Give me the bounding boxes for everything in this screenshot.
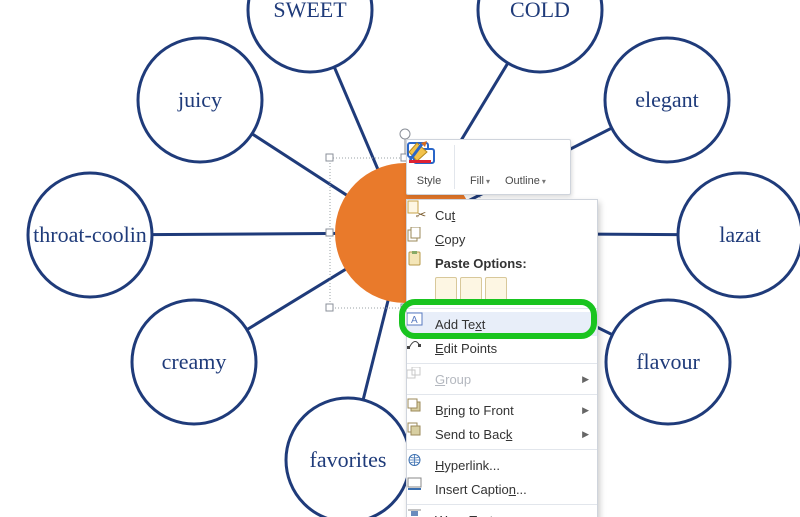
svg-text:flavour: flavour — [636, 349, 700, 374]
menu-paste-options-label: Paste Options: — [407, 251, 597, 275]
submenu-arrow-icon: ▶ — [582, 374, 589, 385]
document-canvas[interactable]: SWEET COLD juicy elegant throat-coolin l… — [0, 0, 800, 517]
bubble-cold[interactable]: COLD — [478, 0, 602, 72]
bubble-favorites[interactable]: favorites — [286, 398, 410, 517]
paste-option-1[interactable] — [435, 277, 457, 301]
outline-label: Outline▾ — [505, 175, 546, 187]
bubble-lazat[interactable]: lazat — [678, 173, 800, 297]
svg-text:A: A — [411, 315, 418, 326]
menu-insert-caption[interactable]: Insert Caption... — [407, 477, 597, 501]
menu-send-to-back[interactable]: Send to Back ▶ — [407, 422, 597, 446]
svg-text:favorites: favorites — [310, 447, 387, 472]
menu-cut[interactable]: ✂ Cut — [407, 203, 597, 227]
fill-label: Fill▾ — [470, 175, 490, 187]
bubble-creamy[interactable]: creamy — [132, 300, 256, 424]
paste-options — [407, 275, 597, 305]
svg-text:creamy: creamy — [162, 349, 227, 374]
fill-icon — [464, 147, 496, 175]
bubble-flavour[interactable]: flavour — [606, 300, 730, 424]
menu-group: Group ▶ — [407, 367, 597, 391]
outline-button[interactable]: Outline▾ — [505, 147, 546, 187]
bubble-throat-coolin[interactable]: throat-coolin — [28, 173, 152, 297]
mini-toolbar: Style Fill▾ Outline▾ — [406, 139, 571, 195]
menu-edit-points[interactable]: Edit Points — [407, 336, 597, 360]
svg-text:lazat: lazat — [719, 222, 761, 247]
svg-text:COLD: COLD — [510, 0, 570, 22]
menu-add-text[interactable]: A Add Text — [407, 312, 597, 336]
fill-button[interactable]: Fill▾ — [464, 147, 496, 187]
paste-option-3[interactable] — [485, 277, 507, 301]
style-label: Style — [417, 175, 441, 187]
menu-hyperlink[interactable]: Hyperlink... — [407, 453, 597, 477]
bubble-sweet[interactable]: SWEET — [248, 0, 372, 72]
menu-copy[interactable]: Copy — [407, 227, 597, 251]
submenu-arrow-icon: ▶ — [582, 429, 589, 440]
bubble-elegant[interactable]: elegant — [605, 38, 729, 162]
submenu-arrow-icon: ▶ — [582, 405, 589, 416]
svg-text:juicy: juicy — [177, 87, 222, 112]
separator — [454, 145, 455, 189]
menu-wrap-text[interactable]: Wrap Text ▶ — [407, 508, 597, 517]
svg-text:SWEET: SWEET — [273, 0, 347, 22]
svg-text:elegant: elegant — [635, 87, 699, 112]
context-menu: ✂ Cut Copy Paste Options: A Add Text Edi… — [406, 199, 598, 517]
diagram-svg: SWEET COLD juicy elegant throat-coolin l… — [0, 0, 800, 517]
menu-bring-to-front[interactable]: Bring to Front ▶ — [407, 398, 597, 422]
outline-icon — [509, 147, 541, 175]
bubble-juicy[interactable]: juicy — [138, 38, 262, 162]
paste-option-2[interactable] — [460, 277, 482, 301]
svg-text:throat-coolin: throat-coolin — [33, 222, 147, 247]
